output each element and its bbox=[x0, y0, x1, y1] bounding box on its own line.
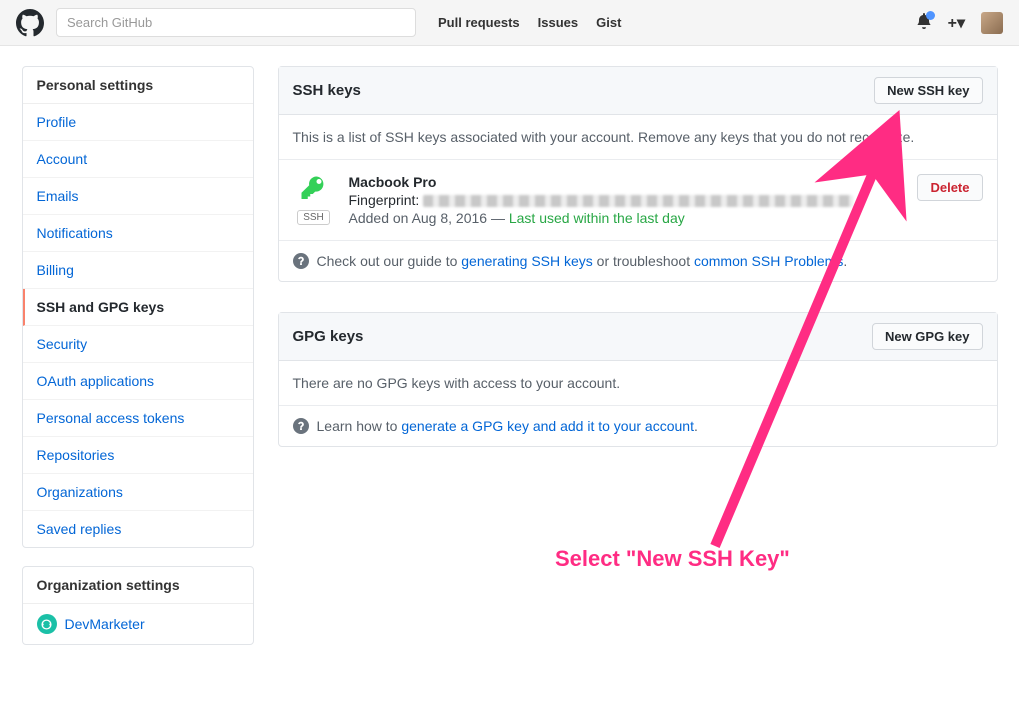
ssh-keys-panel: SSH keys New SSH key This is a list of S… bbox=[278, 66, 998, 282]
sidebar-item-notifications[interactable]: Notifications bbox=[23, 215, 253, 252]
gpg-learn-text: Learn how to generate a GPG key and add … bbox=[317, 418, 698, 434]
notification-dot-icon bbox=[926, 11, 935, 20]
ssh-intro: This is a list of SSH keys associated wi… bbox=[279, 115, 997, 159]
question-icon bbox=[293, 253, 309, 269]
ssh-guide-footer: Check out our guide to generating SSH ke… bbox=[279, 240, 997, 281]
personal-settings-menu: Personal settings ProfileAccountEmailsNo… bbox=[22, 66, 254, 548]
sidebar-item-ssh-and-gpg-keys[interactable]: SSH and GPG keys bbox=[23, 289, 253, 326]
org-item-devmarketer[interactable]: DevMarketer bbox=[23, 604, 253, 644]
header-right: +▾ bbox=[916, 12, 1003, 34]
key-icon bbox=[299, 174, 329, 204]
org-avatar-icon bbox=[37, 614, 57, 634]
ssh-guide-text: Check out our guide to generating SSH ke… bbox=[317, 253, 848, 269]
ssh-tag: SSH bbox=[297, 210, 330, 225]
fingerprint-redacted bbox=[423, 195, 853, 207]
create-new-button[interactable]: +▾ bbox=[948, 13, 965, 33]
common-ssh-problems-link[interactable]: common SSH Problems bbox=[694, 253, 843, 269]
user-avatar[interactable] bbox=[981, 12, 1003, 34]
main-content: SSH keys New SSH key This is a list of S… bbox=[278, 66, 998, 663]
sidebar-item-emails[interactable]: Emails bbox=[23, 178, 253, 215]
guide-prefix: Check out our guide to bbox=[317, 253, 462, 269]
last-used: Last used within the last day bbox=[509, 210, 685, 226]
gpg-panel-header: GPG keys New GPG key bbox=[279, 313, 997, 361]
new-ssh-key-button[interactable]: New SSH key bbox=[874, 77, 982, 104]
header-nav: Pull requests Issues Gist bbox=[438, 15, 621, 30]
notifications-button[interactable] bbox=[916, 13, 932, 32]
gpg-title: GPG keys bbox=[293, 328, 364, 345]
sidebar-item-repositories[interactable]: Repositories bbox=[23, 437, 253, 474]
org-settings-menu: Organization settings DevMarketer bbox=[22, 566, 254, 645]
sidebar-item-organizations[interactable]: Organizations bbox=[23, 474, 253, 511]
personal-settings-header: Personal settings bbox=[23, 67, 253, 104]
search-input[interactable] bbox=[56, 8, 416, 37]
github-logo[interactable] bbox=[16, 9, 44, 37]
ssh-key-name: Macbook Pro bbox=[349, 174, 904, 190]
page-content: Personal settings ProfileAccountEmailsNo… bbox=[10, 46, 1010, 703]
nav-issues[interactable]: Issues bbox=[538, 15, 578, 30]
learn-suffix: . bbox=[694, 418, 698, 434]
fingerprint-label: Fingerprint: bbox=[349, 192, 420, 208]
ssh-key-fingerprint: Fingerprint: bbox=[349, 192, 904, 208]
gpg-empty: There are no GPG keys with access to you… bbox=[279, 361, 997, 405]
nav-gist[interactable]: Gist bbox=[596, 15, 621, 30]
ssh-key-info: Macbook Pro Fingerprint: Added on Aug 8,… bbox=[349, 174, 904, 226]
sidebar: Personal settings ProfileAccountEmailsNo… bbox=[22, 66, 254, 663]
gpg-learn-footer: Learn how to generate a GPG key and add … bbox=[279, 405, 997, 446]
generate-gpg-key-link[interactable]: generate a GPG key and add it to your ac… bbox=[401, 418, 694, 434]
guide-mid: or troubleshoot bbox=[593, 253, 694, 269]
meta-separator: — bbox=[487, 210, 509, 226]
sidebar-item-profile[interactable]: Profile bbox=[23, 104, 253, 141]
org-name: DevMarketer bbox=[65, 616, 145, 632]
ssh-title: SSH keys bbox=[293, 82, 361, 99]
sidebar-item-oauth-applications[interactable]: OAuth applications bbox=[23, 363, 253, 400]
gpg-keys-panel: GPG keys New GPG key There are no GPG ke… bbox=[278, 312, 998, 447]
org-settings-header: Organization settings bbox=[23, 567, 253, 604]
ssh-key-meta: Added on Aug 8, 2016 — Last used within … bbox=[349, 210, 904, 226]
global-header: Pull requests Issues Gist +▾ bbox=[0, 0, 1019, 46]
nav-pull-requests[interactable]: Pull requests bbox=[438, 15, 520, 30]
sidebar-item-billing[interactable]: Billing bbox=[23, 252, 253, 289]
ssh-key-icon-col: SSH bbox=[293, 174, 335, 225]
generating-ssh-keys-link[interactable]: generating SSH keys bbox=[461, 253, 593, 269]
sidebar-item-personal-access-tokens[interactable]: Personal access tokens bbox=[23, 400, 253, 437]
ssh-panel-header: SSH keys New SSH key bbox=[279, 67, 997, 115]
sidebar-item-security[interactable]: Security bbox=[23, 326, 253, 363]
sidebar-item-account[interactable]: Account bbox=[23, 141, 253, 178]
new-gpg-key-button[interactable]: New GPG key bbox=[872, 323, 983, 350]
added-prefix: Added on bbox=[349, 210, 412, 226]
sidebar-item-saved-replies[interactable]: Saved replies bbox=[23, 511, 253, 547]
added-date: Aug 8, 2016 bbox=[412, 210, 488, 226]
question-icon bbox=[293, 418, 309, 434]
guide-suffix: . bbox=[843, 253, 847, 269]
ssh-key-row: SSH Macbook Pro Fingerprint: Added on Au… bbox=[279, 159, 997, 240]
learn-prefix: Learn how to bbox=[317, 418, 402, 434]
search-box bbox=[56, 8, 416, 37]
delete-ssh-key-button[interactable]: Delete bbox=[917, 174, 982, 201]
